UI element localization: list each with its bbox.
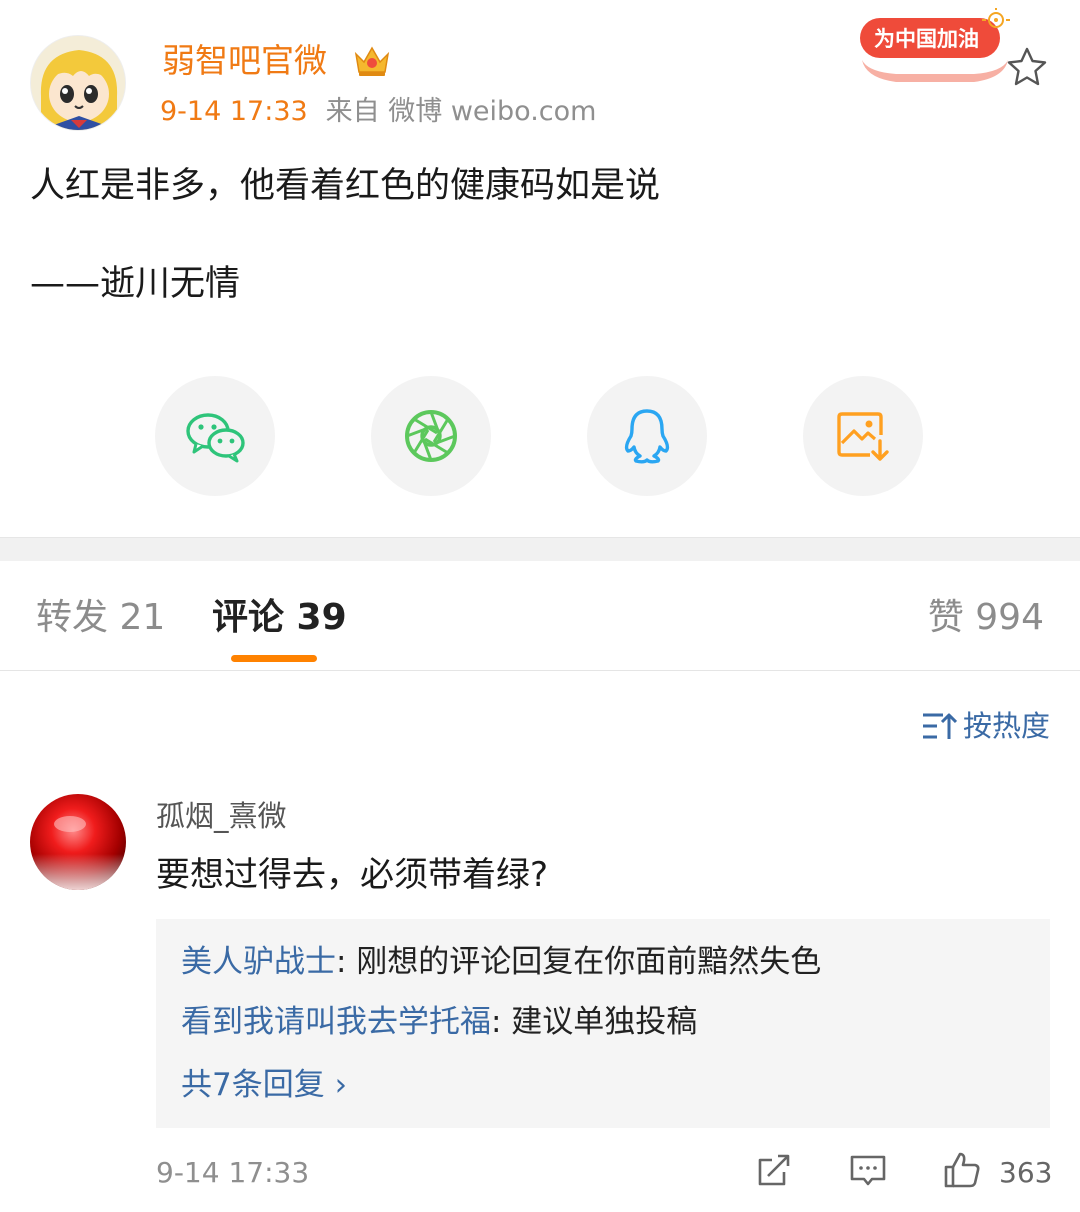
comment-text: 要想过得去，必须带着绿? <box>156 855 549 895</box>
commenter-name[interactable]: 孤烟_熹微 <box>156 796 287 836</box>
share-moments-button[interactable] <box>371 376 491 496</box>
wechat-icon <box>186 413 245 463</box>
reply-preview-box[interactable]: 美人驴战士: 刚想的评论回复在你面前黯然失色 看到我请叫我去学托福: 建议单独投… <box>156 919 1050 1128</box>
qq-penguin-icon <box>624 409 670 464</box>
sort-icon <box>922 713 957 739</box>
author-avatar[interactable] <box>30 35 126 131</box>
sort-label: 按热度 <box>962 709 1050 743</box>
save-image-button[interactable] <box>803 376 923 496</box>
cheer-badge-text: 为中国加油 <box>874 27 979 51</box>
reply-user[interactable]: 美人驴战士 <box>181 944 336 980</box>
reply-item: 看到我请叫我去学托福: 建议单独投稿 <box>181 1001 697 1043</box>
cheer-badge[interactable]: 为中国加油 <box>856 6 1012 84</box>
reply-user[interactable]: 看到我请叫我去学托福 <box>181 1004 491 1040</box>
post-text: 人红是非多，他看着红色的健康码如是说 <box>30 166 661 206</box>
post-signature: ——逝川无情 <box>30 264 241 304</box>
post-source: 来自 微博 weibo.com <box>325 96 597 127</box>
red-ball-avatar-icon <box>30 794 126 890</box>
share-wechat-button[interactable] <box>155 376 275 496</box>
post-header: 弱智吧官微 9-14 17:33 来自 微博 weibo.com 为中国加油 <box>0 0 1080 140</box>
anime-girl-avatar-icon <box>31 36 125 130</box>
comment-time: 9-14 17:33 <box>156 1156 310 1189</box>
author-name[interactable]: 弱智吧官微 <box>162 38 327 84</box>
active-tab-indicator <box>231 655 317 662</box>
comment-icon[interactable] <box>848 1150 888 1190</box>
reply-text: : 建议单独投稿 <box>491 1004 698 1040</box>
view-all-replies-link[interactable]: 共7条回复 › <box>181 1064 347 1106</box>
tab-likes[interactable]: 赞 994 <box>928 595 1044 641</box>
interaction-tabs: 转发 21 评论 39 赞 994 <box>0 561 1080 671</box>
share-qq-button[interactable] <box>587 376 707 496</box>
star-icon[interactable] <box>1004 44 1050 90</box>
crown-icon <box>354 46 390 76</box>
image-download-icon <box>837 412 889 461</box>
repost-icon[interactable] <box>754 1150 794 1190</box>
thumbs-up-icon[interactable] <box>942 1150 982 1190</box>
post-time: 9-14 17:33 <box>160 96 308 127</box>
comment-like-count: 363 <box>999 1156 1053 1189</box>
commenter-avatar[interactable] <box>30 794 126 890</box>
tab-repost[interactable]: 转发 21 <box>36 595 165 641</box>
reply-text: : 刚想的评论回复在你面前黯然失色 <box>336 944 822 980</box>
reply-item: 美人驴战士: 刚想的评论回复在你面前黯然失色 <box>181 941 821 983</box>
section-divider <box>0 537 1080 561</box>
tab-comments[interactable]: 评论 39 <box>212 595 347 641</box>
aperture-icon <box>405 410 457 462</box>
post-meta: 9-14 17:33 来自 微博 weibo.com <box>160 94 596 130</box>
sort-by-hot-button[interactable]: 按热度 <box>921 706 1050 746</box>
